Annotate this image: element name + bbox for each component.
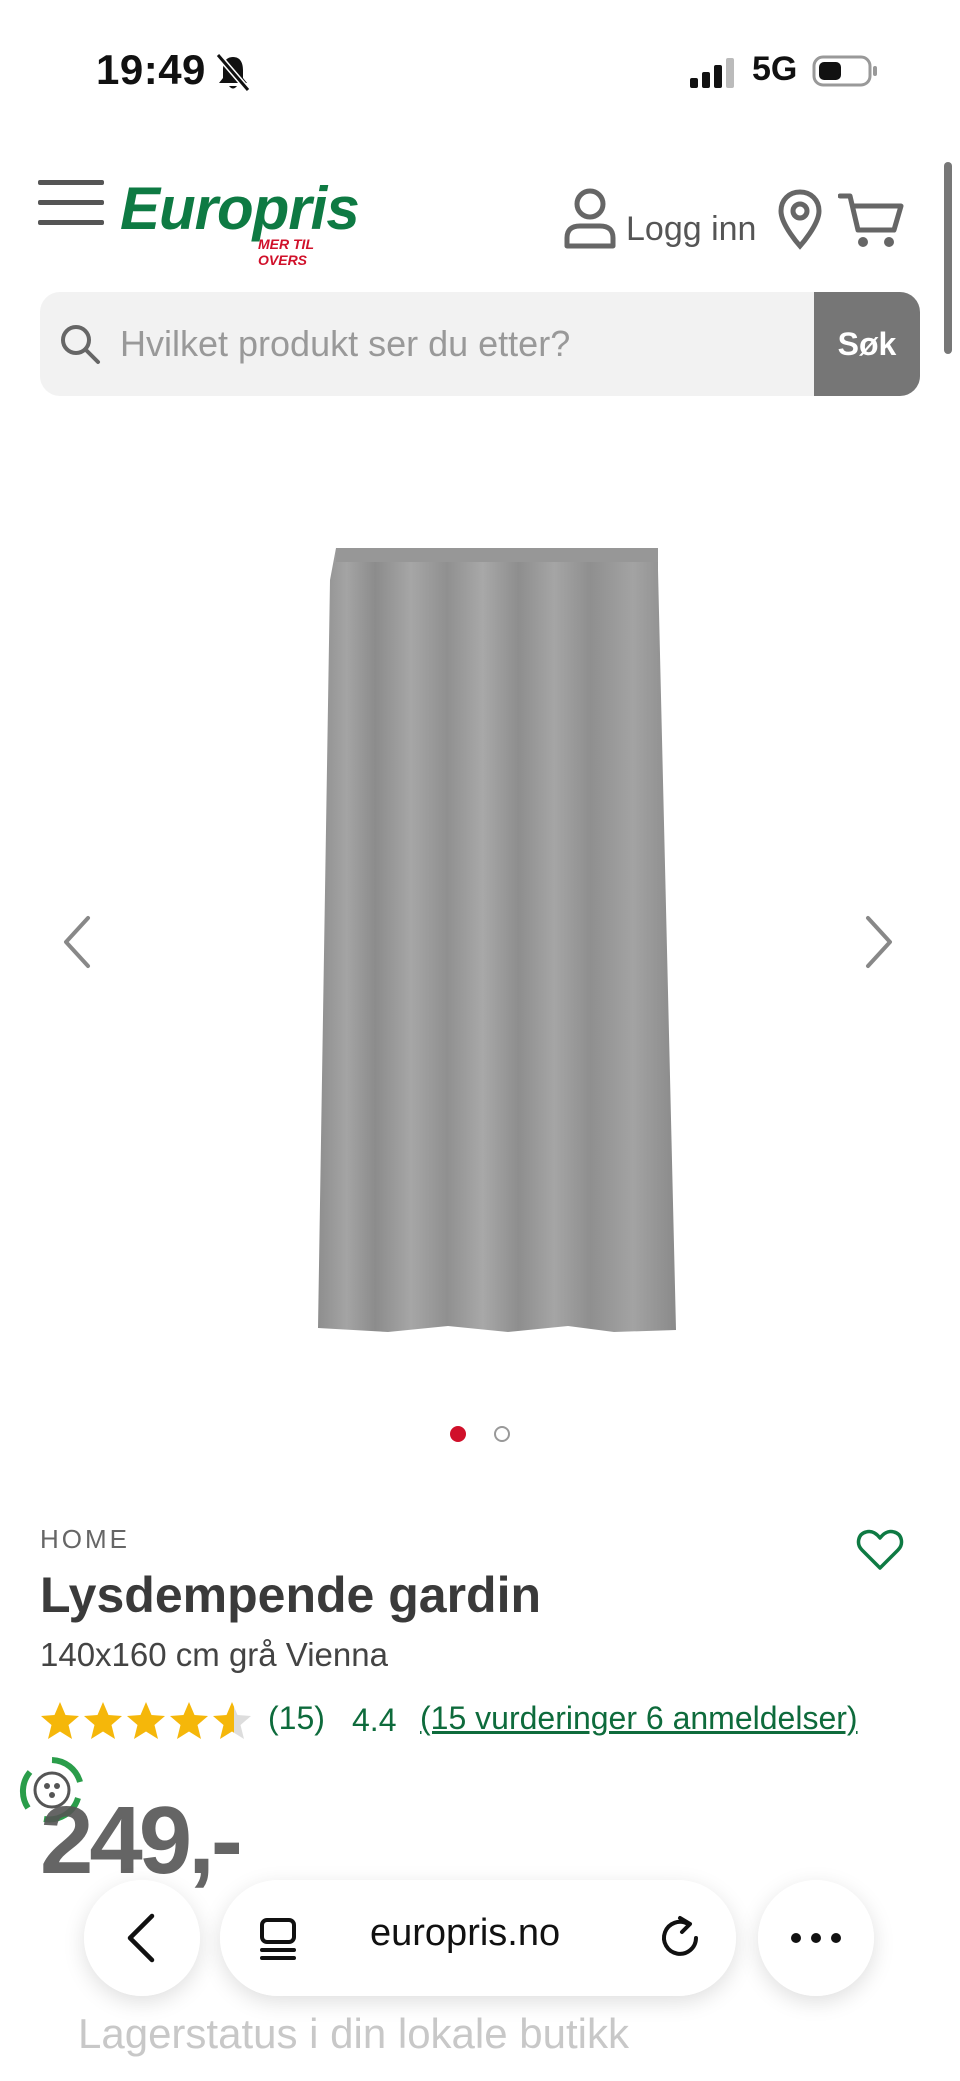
login-link[interactable]: Logg inn	[626, 210, 756, 249]
rating-count: (15)	[268, 1700, 325, 1736]
tabs-icon[interactable]	[256, 1914, 300, 1962]
heart-icon[interactable]	[856, 1528, 904, 1572]
product-title: Lysdempende gardin	[40, 1567, 542, 1623]
rating-stars	[41, 1702, 251, 1739]
product-image-carousel[interactable]	[38, 500, 918, 1370]
scroll-indicator	[944, 162, 952, 354]
network-label: 5G	[752, 50, 798, 88]
bell-slash-icon	[215, 53, 251, 92]
signal-icon	[690, 58, 734, 88]
status-bar: 19:49 5G	[0, 0, 960, 140]
product-image	[318, 548, 676, 1332]
browser-toolbar: europris.no	[80, 1880, 880, 2000]
reviews-link[interactable]: (15 vurderinger 6 anmeldelser)	[420, 1700, 858, 1737]
search-button[interactable]: Søk	[814, 292, 920, 396]
star-icon	[84, 1702, 122, 1739]
location-pin-icon[interactable]	[776, 188, 824, 250]
carousel-dot-2[interactable]	[494, 1426, 510, 1442]
product-brand: HOME	[40, 1524, 130, 1554]
stock-status-label[interactable]: Lagerstatus i din lokale butikk	[78, 2010, 629, 2058]
cart-icon[interactable]	[838, 190, 906, 250]
logo-tagline: MER TIL OVERS	[258, 236, 314, 268]
chevron-left-icon[interactable]	[58, 910, 98, 974]
rating-value: 4.4	[352, 1702, 397, 1738]
carousel-dot-1[interactable]	[450, 1426, 466, 1442]
star-icon	[170, 1702, 208, 1739]
status-time: 19:49	[96, 46, 206, 93]
star-icon	[41, 1702, 79, 1739]
star-icon	[127, 1702, 165, 1739]
chevron-left-icon	[127, 1913, 155, 1963]
battery-icon	[812, 55, 877, 87]
product-subtitle: 140x160 cm grå Vienna	[40, 1636, 388, 1673]
back-button[interactable]	[84, 1880, 200, 1996]
address-bar[interactable]: europris.no	[220, 1880, 736, 1996]
more-icon	[791, 1933, 841, 1943]
search-input[interactable]	[120, 292, 840, 396]
hamburger-icon[interactable]	[38, 180, 104, 230]
logo-wordmark: Europris	[120, 175, 360, 242]
star-icon	[213, 1702, 251, 1739]
url-text: europris.no	[370, 1912, 561, 1954]
search-icon	[61, 325, 100, 364]
chevron-right-icon[interactable]	[858, 910, 898, 974]
search-bar: Søk	[40, 292, 920, 396]
user-icon[interactable]	[562, 186, 618, 250]
europris-logo[interactable]: Europris MER TIL OVERS	[120, 174, 360, 268]
reload-icon[interactable]	[656, 1914, 704, 1962]
more-button[interactable]	[758, 1880, 874, 1996]
carousel-pagination	[0, 1426, 960, 1446]
